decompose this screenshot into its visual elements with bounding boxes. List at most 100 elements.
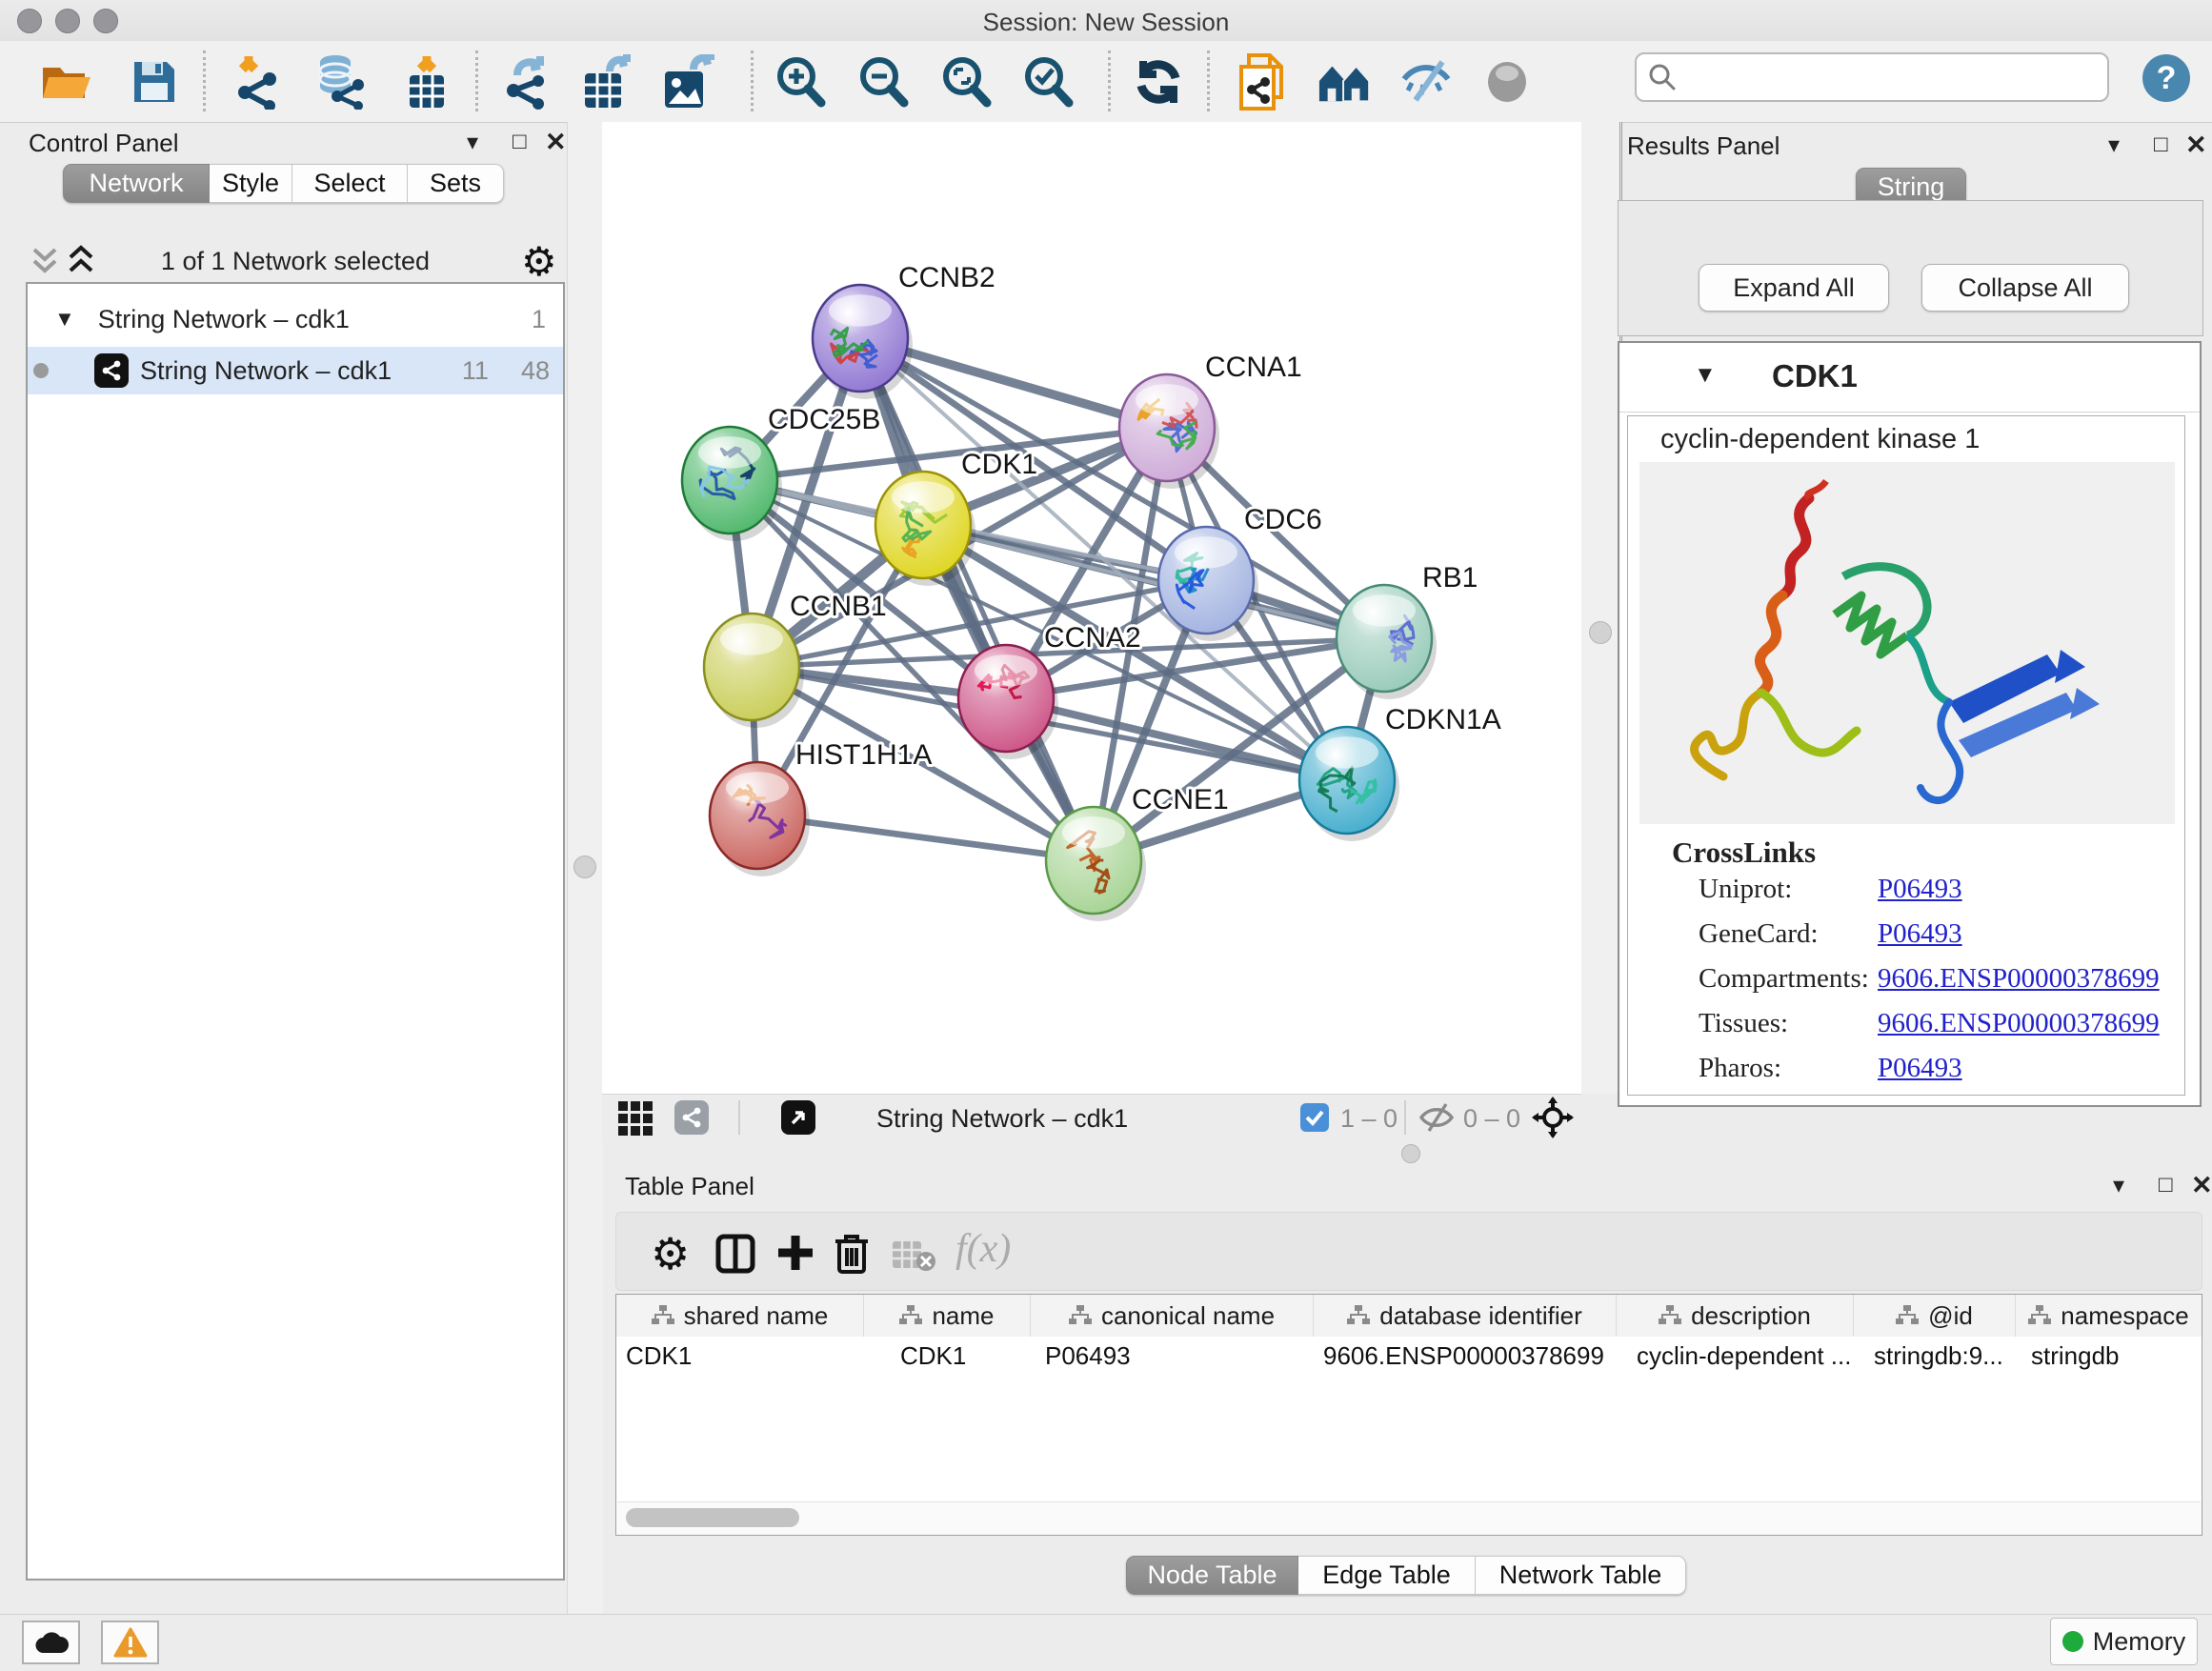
network-row-selected[interactable]: String Network – cdk1 11 48 [28, 347, 563, 394]
show-columns-icon[interactable] [715, 1234, 755, 1274]
tab-network-table[interactable]: Network Table [1476, 1556, 1686, 1595]
column-header[interactable]: database identifier [1314, 1295, 1617, 1337]
collapse-all-button[interactable]: Collapse All [1921, 264, 2129, 312]
export-table-button[interactable] [580, 54, 635, 110]
bottom-splitter-handle[interactable] [1401, 1144, 1420, 1163]
delete-table-icon-disabled [891, 1238, 936, 1272]
control-panel-close-icon[interactable]: ✕ [545, 128, 567, 157]
hidden-eye-icon[interactable] [1418, 1102, 1456, 1133]
crosslink-pharos-link[interactable]: P06493 [1878, 1053, 1962, 1084]
network-options-gear-icon[interactable]: ⚙ [521, 238, 557, 285]
gene-collapse-triangle[interactable]: ▼ [1694, 362, 1717, 389]
grid-view-icon[interactable] [617, 1100, 654, 1137]
zoom-in-icon [774, 55, 827, 109]
import-network-from-database-button[interactable] [312, 54, 368, 110]
cloud-status-button[interactable] [22, 1621, 80, 1664]
cell-name: CDK1 [864, 1337, 1031, 1375]
column-type-icon [2028, 1305, 2051, 1326]
column-header[interactable]: shared name [616, 1295, 864, 1337]
network-collection-row[interactable]: ▼ String Network – cdk1 1 [28, 297, 563, 341]
results-panel-float-icon[interactable]: □ [2154, 131, 2168, 158]
tab-sets[interactable]: Sets [408, 164, 504, 203]
refresh-view-button[interactable] [1131, 54, 1186, 110]
gene-section-header[interactable]: ▼ CDK1 [1619, 343, 2200, 413]
save-floppy-icon [132, 60, 176, 104]
results-panel-close-icon[interactable]: ✕ [2185, 131, 2207, 160]
status-bar: Memory [0, 1614, 2212, 1671]
enable-glass-effect-button[interactable] [1398, 54, 1454, 110]
import-table-button[interactable] [399, 54, 454, 110]
collapse-all-networks-icon[interactable] [29, 242, 61, 276]
scrollbar-thumb[interactable] [626, 1508, 799, 1527]
crosslink-genecard-link[interactable]: P06493 [1878, 918, 1962, 950]
column-type-icon [899, 1305, 922, 1326]
netbar-separator [738, 1100, 740, 1135]
birds-eye-view-toggle[interactable] [781, 1100, 815, 1135]
zoom-fit-button[interactable] [938, 54, 994, 110]
export-network-button[interactable] [502, 54, 557, 110]
column-header[interactable]: canonical name [1031, 1295, 1314, 1337]
crosslink-uniprot-link[interactable]: P06493 [1878, 874, 1962, 905]
table-settings-gear-icon[interactable]: ⚙ [651, 1228, 690, 1279]
warnings-button[interactable] [101, 1621, 159, 1664]
network-graph[interactable]: CCNB2CCNA1CDC25BCDK1CDC6RB1CCNB1CCNA2CDK… [602, 122, 1581, 1094]
column-header[interactable]: @id [1854, 1295, 2016, 1337]
table-row[interactable]: CDK1 CDK1 P06493 9606.ENSP00000378699 cy… [616, 1337, 2202, 1375]
svg-text:CCNA1: CCNA1 [1205, 352, 1302, 383]
import-network-file-button[interactable] [231, 54, 287, 110]
toolbar-separator [751, 50, 754, 111]
column-header[interactable]: name [864, 1295, 1031, 1337]
results-scroll-area: ▼ CDK1 cyclin-dependent kinase 1 [1618, 341, 2202, 1107]
selected-checkbox-icon[interactable] [1300, 1103, 1329, 1132]
left-splitter-handle[interactable] [573, 856, 596, 878]
tab-edge-table[interactable]: Edge Table [1298, 1556, 1476, 1595]
zoom-out-button[interactable] [855, 54, 911, 110]
crosslink-tissues-link[interactable]: 9606.ENSP00000378699 [1878, 1008, 2160, 1039]
expand-all-networks-icon[interactable] [65, 242, 97, 276]
tab-style[interactable]: Style [210, 164, 292, 203]
search-icon [1648, 63, 1677, 91]
open-folder-icon [41, 60, 92, 104]
zoom-in-button[interactable] [773, 54, 828, 110]
collection-count: 1 [532, 305, 546, 334]
string-view-icon[interactable] [674, 1100, 709, 1135]
pan-crosshair-icon[interactable] [1532, 1097, 1574, 1138]
tab-network[interactable]: Network [63, 164, 210, 203]
column-header[interactable]: description [1617, 1295, 1854, 1337]
network-canvas[interactable]: CCNB2CCNA1CDC25BCDK1CDC6RB1CCNB1CCNA2CDK… [602, 122, 1581, 1094]
gene-description: cyclin-dependent kinase 1 [1660, 424, 1980, 455]
column-type-icon [1896, 1305, 1919, 1326]
export-image-button[interactable] [660, 54, 715, 110]
tab-node-table[interactable]: Node Table [1126, 1556, 1298, 1595]
memory-button[interactable]: Memory [2050, 1618, 2198, 1665]
string-import-button[interactable] [1235, 54, 1290, 110]
right-splitter-handle[interactable] [1589, 621, 1612, 644]
table-horizontal-scrollbar[interactable] [617, 1501, 2201, 1535]
svg-text:CCNB2: CCNB2 [898, 262, 995, 293]
svg-text:CCNE1: CCNE1 [1132, 784, 1229, 815]
delete-column-trash-icon[interactable] [834, 1232, 870, 1274]
zoom-selected-button[interactable] [1020, 54, 1076, 110]
save-session-button[interactable] [127, 54, 182, 110]
crosslink-compartments-link[interactable]: 9606.ENSP00000378699 [1878, 963, 2160, 995]
table-panel-tabs: Node Table Edge Table Network Table [1126, 1556, 1686, 1595]
protein-structure-image [1639, 462, 2175, 824]
left-splitter[interactable] [567, 122, 603, 1614]
table-panel-close-icon[interactable]: ✕ [2191, 1171, 2212, 1200]
search-field[interactable] [1635, 52, 2109, 102]
column-header[interactable]: namespace [2016, 1295, 2202, 1337]
table-panel-menu-icon[interactable]: ▾ [2113, 1172, 2124, 1199]
show-hide-eye-button[interactable] [1479, 54, 1535, 110]
table-panel-float-icon[interactable]: □ [2159, 1172, 2173, 1198]
results-panel-menu-icon[interactable]: ▾ [2108, 131, 2120, 159]
tab-select[interactable]: Select [292, 164, 408, 203]
string-home-button[interactable] [1317, 54, 1373, 110]
control-panel-menu-icon[interactable]: ▾ [467, 129, 478, 156]
expand-all-button[interactable]: Expand All [1699, 264, 1889, 312]
control-panel-float-icon[interactable]: □ [513, 129, 527, 155]
help-button[interactable]: ? [2142, 54, 2190, 102]
import-network-icon [231, 54, 287, 110]
collection-expand-triangle[interactable]: ▼ [54, 307, 75, 332]
open-session-button[interactable] [39, 54, 94, 110]
add-column-icon[interactable] [776, 1234, 814, 1272]
